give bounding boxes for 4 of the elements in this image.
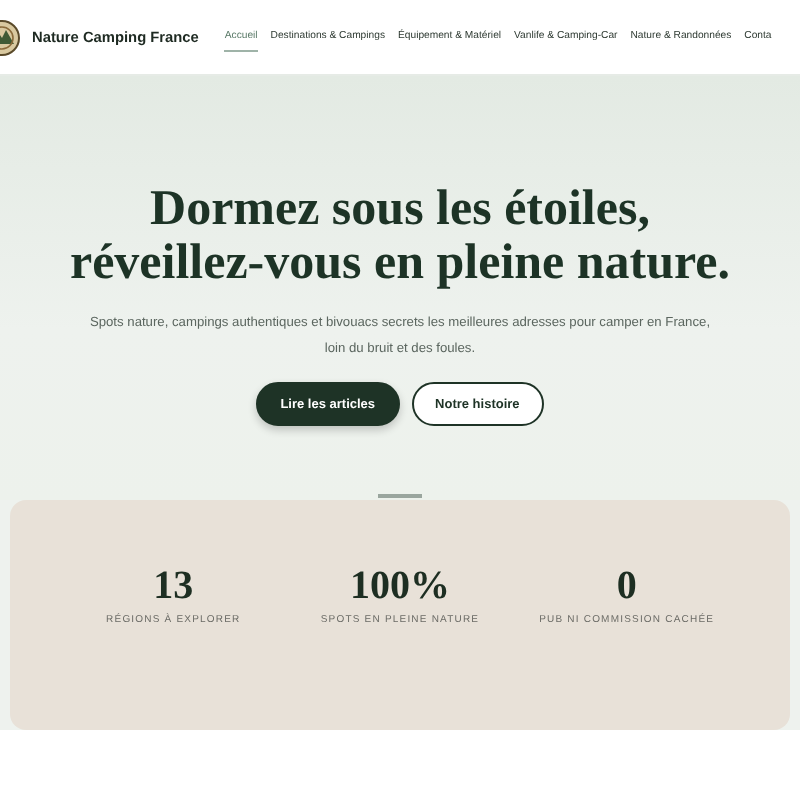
stat-value: 100% (349, 566, 450, 606)
hero-title: Dormez sous les étoiles, réveillez-vous en pleine nature. (69, 182, 731, 290)
stat-value: 13 (153, 566, 194, 606)
stat-value: 0 (616, 566, 637, 606)
